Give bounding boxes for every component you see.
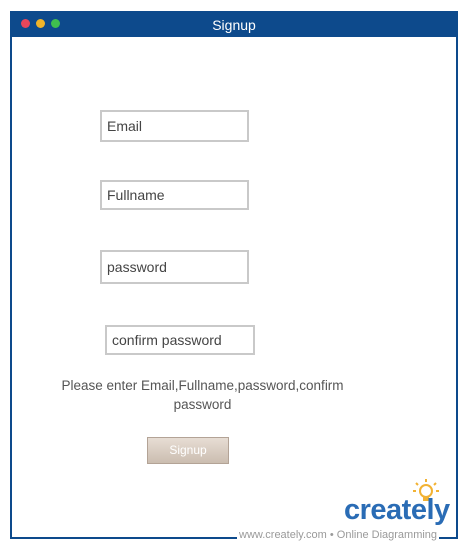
confirm-password-field[interactable]: confirm password: [105, 325, 255, 355]
title-bar: Signup: [12, 13, 456, 37]
fullname-field[interactable]: Fullname: [100, 180, 249, 210]
watermark-text: www.creately.com • Online Diagramming: [237, 529, 440, 541]
window-title: Signup: [212, 17, 256, 33]
instruction-text: Please enter Email,Fullname,password,con…: [61, 378, 344, 412]
email-field[interactable]: Email: [100, 110, 249, 142]
password-field[interactable]: password: [100, 250, 249, 284]
creately-logo: creately: [344, 494, 450, 526]
signup-button[interactable]: Signup: [147, 437, 229, 464]
